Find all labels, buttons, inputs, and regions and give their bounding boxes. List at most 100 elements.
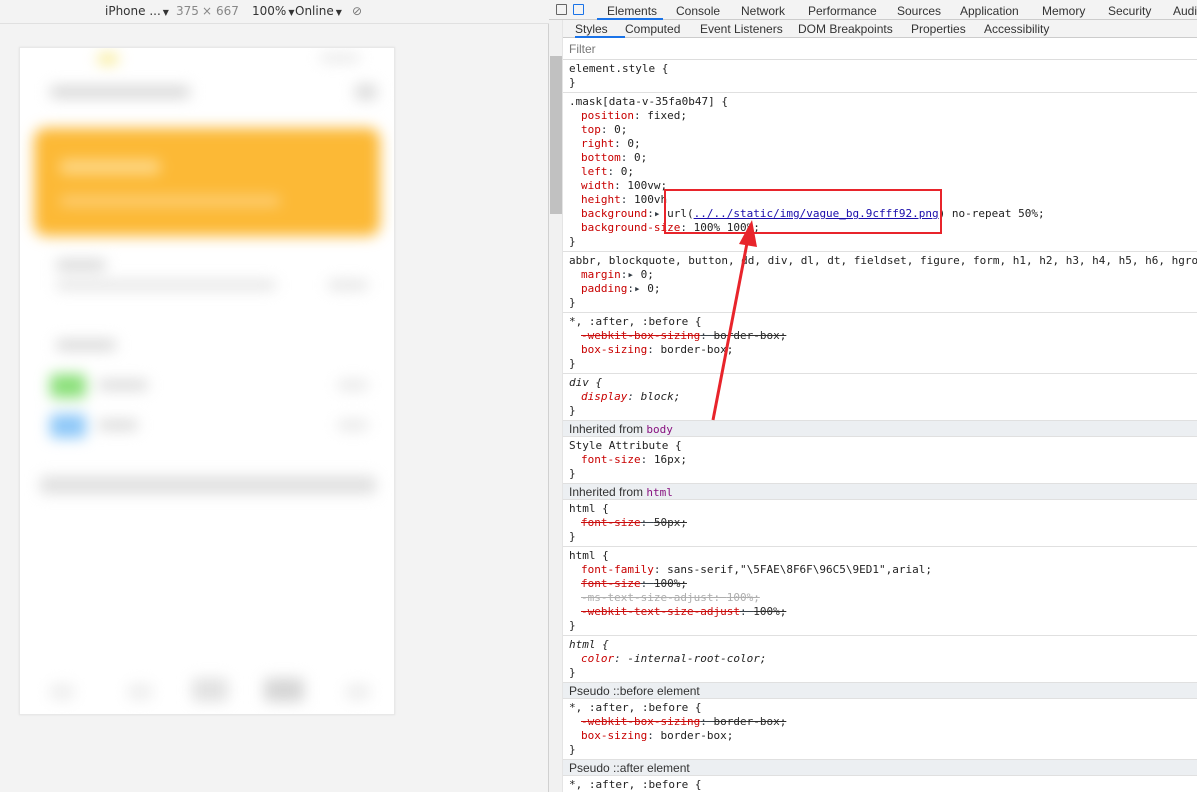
blur-shape (355, 84, 377, 100)
rule-html-2[interactable]: html { font-family: sans-serif,"\5FAE\8F… (563, 547, 1197, 636)
inherited-from-html: Inherited from html (563, 484, 1197, 500)
declaration-invalid[interactable]: -ms-text-size-adjust: 100%; (569, 591, 1197, 605)
styles-scrollbar[interactable] (549, 20, 563, 792)
zoom-select[interactable]: 100% ▼ (252, 4, 294, 18)
subtab-computed[interactable]: Computed (625, 22, 680, 36)
inspect-element-icon[interactable] (556, 4, 567, 15)
tab-performance[interactable]: Performance (808, 4, 877, 18)
declaration[interactable]: color: -internal-root-color; (569, 652, 1197, 666)
network-throttle-select[interactable]: Online ▼ (295, 4, 342, 18)
rule-pseudo-after[interactable]: *, :after, :before { (563, 776, 1197, 792)
rule-reset[interactable]: abbr, blockquote, button, dd, div, dl, d… (563, 252, 1197, 313)
declaration[interactable]: right: 0; (569, 137, 1197, 151)
caret-down-icon: ▼ (335, 8, 342, 17)
declaration[interactable]: font-size: 16px; (569, 453, 1197, 467)
blur-shape (346, 684, 370, 700)
rotate-icon[interactable]: ⊘ (352, 4, 362, 18)
declaration[interactable]: position: fixed; (569, 109, 1197, 123)
declaration[interactable]: padding:▸ 0; (569, 282, 1197, 296)
rule-selector: .mask[data-v-35fa0b47] { (569, 95, 728, 108)
device-viewport[interactable] (19, 47, 395, 715)
declaration-overridden[interactable]: font-size: 50px; (569, 516, 1197, 530)
inherited-element-link[interactable]: html (646, 486, 673, 499)
declaration-overridden[interactable]: font-size: 100%; (569, 577, 1197, 591)
inherited-from-body: Inherited from body (563, 421, 1197, 437)
blur-shape (50, 374, 86, 398)
declaration[interactable]: font-family: sans-serif,"\5FAE\8F6F\96C5… (569, 563, 1197, 577)
rule-close-brace: } (569, 404, 576, 417)
declaration-background[interactable]: background:▸ url(../../static/img/vague_… (569, 207, 1197, 221)
declaration[interactable]: top: 0; (569, 123, 1197, 137)
rule-mask[interactable]: .mask[data-v-35fa0b47] { position: fixed… (563, 93, 1197, 252)
subtab-accessibility[interactable]: Accessibility (984, 22, 1049, 36)
declaration-overridden[interactable]: -webkit-box-sizing: border-box; (569, 329, 1197, 343)
tab-application[interactable]: Application (960, 4, 1019, 18)
blur-shape (320, 54, 360, 62)
blur-banner (34, 128, 380, 236)
declaration-overridden[interactable]: -webkit-text-size-adjust: 100%; (569, 605, 1197, 619)
rule-universal[interactable]: *, :after, :before { -webkit-box-sizing:… (563, 313, 1197, 374)
declaration[interactable]: width: 100vw; (569, 179, 1197, 193)
rule-html-3[interactable]: html { color: -internal-root-color; } (563, 636, 1197, 683)
declaration[interactable]: bottom: 0; (569, 151, 1197, 165)
rule-close-brace: } (569, 235, 576, 248)
blur-shape (50, 684, 74, 700)
declaration[interactable]: box-sizing: border-box; (569, 343, 1197, 357)
filter-input[interactable] (569, 41, 869, 57)
rule-close-brace: } (569, 296, 576, 309)
height-field[interactable]: 667 (216, 4, 239, 18)
declaration[interactable]: margin:▸ 0; (569, 268, 1197, 282)
width-field[interactable]: 375 (176, 4, 199, 18)
rule-html-1[interactable]: html { font-size: 50px; } (563, 500, 1197, 547)
device-toggle-icon[interactable] (573, 4, 584, 15)
tab-console[interactable]: Console (676, 4, 720, 18)
caret-down-icon: ▼ (162, 8, 169, 17)
rule-close-brace: } (569, 619, 576, 632)
rule-pseudo-before[interactable]: *, :after, :before { -webkit-box-sizing:… (563, 699, 1197, 760)
filter-bar (563, 38, 1197, 60)
tab-security[interactable]: Security (1108, 4, 1151, 18)
blur-shape (98, 54, 118, 64)
scrollbar-thumb[interactable] (550, 56, 562, 214)
rule-close-brace: } (569, 530, 576, 543)
tab-memory[interactable]: Memory (1042, 4, 1085, 18)
subtab-event-listeners[interactable]: Event Listeners (700, 22, 783, 36)
rule-selector: html { (569, 549, 609, 562)
background-url-link[interactable]: ../../static/img/vague_bg.9cfff92.png (694, 207, 939, 220)
tab-elements[interactable]: Elements (607, 4, 657, 18)
declaration[interactable]: background-size: 100% 100%; (569, 221, 1197, 235)
device-name: iPhone ... (105, 4, 161, 18)
rule-div-user-agent[interactable]: div { display: block; } (563, 374, 1197, 421)
zoom-value: 100% (252, 4, 287, 18)
subtab-styles[interactable]: Styles (575, 22, 608, 36)
rule-style-attribute[interactable]: Style Attribute { font-size: 16px; } (563, 437, 1197, 484)
rule-selector: *, :after, :before { (569, 778, 702, 791)
rule-selector: html { (569, 638, 609, 651)
subtab-dom-breakpoints[interactable]: DOM Breakpoints (798, 22, 893, 36)
tab-sources[interactable]: Sources (897, 4, 941, 18)
tab-audits[interactable]: Audi (1173, 4, 1197, 18)
subtab-properties[interactable]: Properties (911, 22, 966, 36)
devtools-tab-bar: Elements Console Network Performance Sou… (549, 0, 1197, 20)
blur-shape (40, 476, 376, 494)
rule-selector: html { (569, 502, 609, 515)
rule-close-brace: } (569, 467, 576, 480)
blur-shape (98, 420, 138, 430)
declaration-overridden[interactable]: -webkit-box-sizing: border-box; (569, 715, 1197, 729)
rule-close-brace: } (569, 357, 576, 370)
pseudo-after-header: Pseudo ::after element (563, 760, 1197, 776)
blur-shape (50, 86, 190, 98)
blur-shape (338, 380, 368, 390)
tab-network[interactable]: Network (741, 4, 785, 18)
rule-element-style[interactable]: element.style { } (563, 60, 1197, 93)
inherited-element-link[interactable]: body (646, 423, 673, 436)
device-select[interactable]: iPhone ... ▼ (105, 4, 169, 18)
blurred-page-preview (20, 48, 394, 714)
blur-shape (338, 420, 368, 430)
declaration[interactable]: left: 0; (569, 165, 1197, 179)
declaration[interactable]: box-sizing: border-box; (569, 729, 1197, 743)
declaration[interactable]: height: 100vh (569, 193, 1197, 207)
blur-shape (50, 414, 86, 438)
rule-close-brace: } (569, 666, 576, 679)
declaration[interactable]: display: block; (569, 390, 1197, 404)
